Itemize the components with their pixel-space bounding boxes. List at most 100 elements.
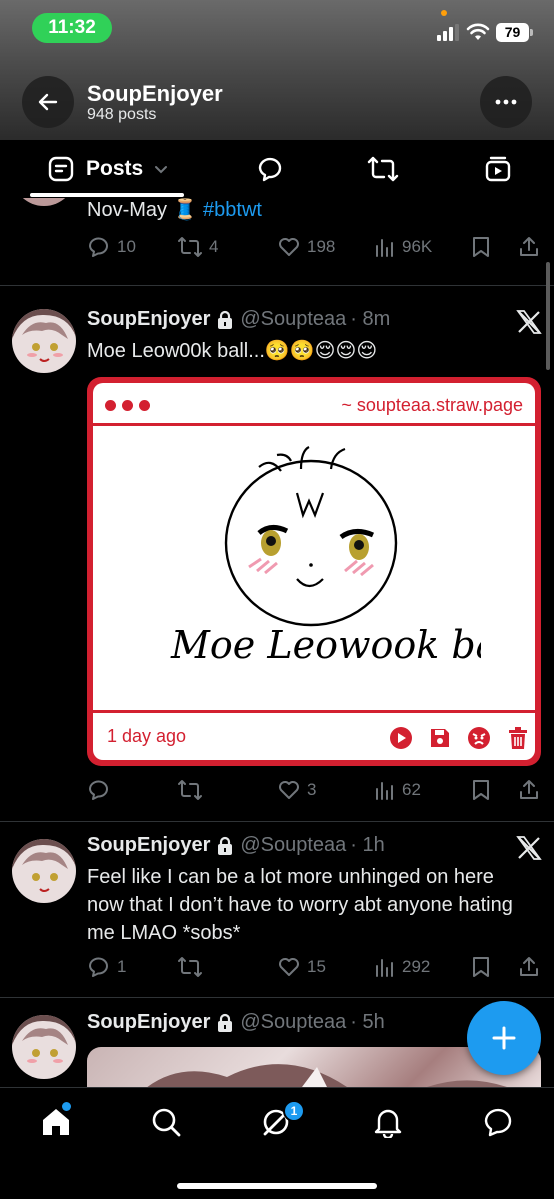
repost-icon [178,957,202,977]
x-logo-icon [516,310,542,334]
tab-media[interactable] [484,140,512,198]
doodle-caption: Moe Leowook ball [170,623,481,667]
window-dot [139,399,150,411]
share-button[interactable] [517,233,541,261]
reply-button[interactable]: 10 [87,233,136,261]
reply-bubble-icon [258,157,282,182]
like-button[interactable]: 15 [277,953,326,981]
back-arrow-icon [38,93,58,111]
more-options-button[interactable] [480,76,532,128]
heart-icon [279,238,299,256]
repost-button[interactable]: 4 [177,233,218,261]
battery-indicator: 79 [496,23,529,42]
reply-button[interactable] [87,776,117,804]
card-actions [389,726,530,750]
play-icon[interactable] [389,726,413,750]
lock-icon [218,1013,233,1032]
save-icon[interactable] [428,726,452,750]
tweet-text: Moe Leow00k ball...🥺🥺😌😌😌 [87,340,378,362]
avatar[interactable] [12,1015,76,1079]
like-count: 198 [307,237,336,256]
like-count: 15 [307,957,326,976]
views-chart-icon [376,782,393,800]
view-count: 62 [402,780,421,799]
posts-feed[interactable]: Nov-May 🧵 #bbtwt 10 4 198 96K SoupEnjoye… [0,198,554,1087]
avatar-image [12,1015,76,1079]
tab-reposts[interactable] [367,140,399,198]
angry-face-icon[interactable] [467,726,491,750]
reply-count: 1 [117,957,127,976]
author-name[interactable]: SoupEnjoyer [87,308,210,331]
cellular-signal-icon [437,24,459,41]
tweet[interactable]: SoupEnjoyer @Soupteaa · 8m Moe Leow00k b… [0,287,554,822]
views-button[interactable]: 62 [374,776,421,804]
view-count: 96K [402,237,433,256]
tweet-actions: 1 15 292 [87,953,542,981]
repost-count: 4 [209,237,219,256]
bookmark-button[interactable] [470,953,492,981]
tweet[interactable]: SoupEnjoyer @Soupteaa · 1h Feel like I c… [0,823,554,998]
bell-icon[interactable] [372,1106,404,1138]
author-name[interactable]: SoupEnjoyer [87,1011,210,1034]
search-icon[interactable] [150,1106,182,1138]
repost-button[interactable] [177,953,209,981]
repost-icon [367,156,399,182]
heart-icon [279,958,299,976]
back-button[interactable] [22,76,74,128]
card-divider [93,710,535,713]
lock-icon [218,310,233,329]
views-button[interactable]: 96K [374,233,432,261]
tweet-actions: 10 4 198 96K [87,233,542,261]
tweet-text-prefix: Nov-May [87,199,173,221]
compose-post-button[interactable] [467,1001,541,1075]
tab-replies[interactable] [255,140,285,198]
tweet-header: SoupEnjoyer @Soupteaa · 1h [87,834,385,857]
tweet[interactable]: Nov-May 🧵 #bbtwt 10 4 198 96K [0,198,554,286]
tab-posts[interactable]: Posts [48,140,169,198]
home-notification-dot [62,1102,71,1111]
author-handle: @Soupteaa [240,308,347,330]
card-url[interactable]: ~ soupteaa.straw.page [341,395,523,416]
plus-icon [492,1026,516,1050]
active-tab-indicator [30,193,184,197]
bookmark-icon [473,957,489,977]
card-timestamp: 1 day ago [107,726,187,746]
privacy-indicator-dot [441,10,447,16]
avatar[interactable] [12,309,76,373]
post-time: · 1h [350,834,385,856]
repost-icon [178,780,202,800]
embedded-link-card[interactable]: ~ soupteaa.straw.page Moe Leowook ball [87,377,541,766]
bookmark-icon [473,780,489,800]
posts-icon [48,156,74,182]
share-icon [520,237,538,256]
bottom-navigation: 1 [0,1087,554,1199]
profile-tabs: Posts [0,140,554,198]
messages-icon[interactable] [482,1106,514,1138]
lock-icon [218,836,233,855]
media-icon [485,156,511,182]
bookmark-button[interactable] [470,776,492,804]
like-count: 3 [307,780,317,799]
tweet-text: Feel like I can be a lot more unhinged o… [87,866,513,944]
share-button[interactable] [517,776,541,804]
author-name[interactable]: SoupEnjoyer [87,834,210,857]
doodle-drawing: Moe Leowook ball [170,446,481,667]
tweet-actions: 3 62 [87,776,542,804]
avatar[interactable] [12,839,76,903]
card-content: ~ soupteaa.straw.page Moe Leowook ball [93,383,535,760]
share-button[interactable] [517,953,541,981]
like-button[interactable]: 198 [277,233,335,261]
avatar[interactable] [12,198,76,206]
views-button[interactable]: 292 [374,953,430,981]
tweet-header: SoupEnjoyer @Soupteaa · 8m [87,308,390,331]
bookmark-button[interactable] [470,233,492,261]
avatar-image [12,309,76,373]
share-icon [520,957,538,976]
like-button[interactable]: 3 [277,776,316,804]
repost-button[interactable] [177,776,209,804]
chevron-down-icon [155,166,168,174]
trash-icon[interactable] [506,726,530,750]
hashtag-link[interactable]: #bbtwt [203,199,262,221]
reply-button[interactable]: 1 [87,953,126,981]
scrollbar[interactable] [546,262,550,370]
